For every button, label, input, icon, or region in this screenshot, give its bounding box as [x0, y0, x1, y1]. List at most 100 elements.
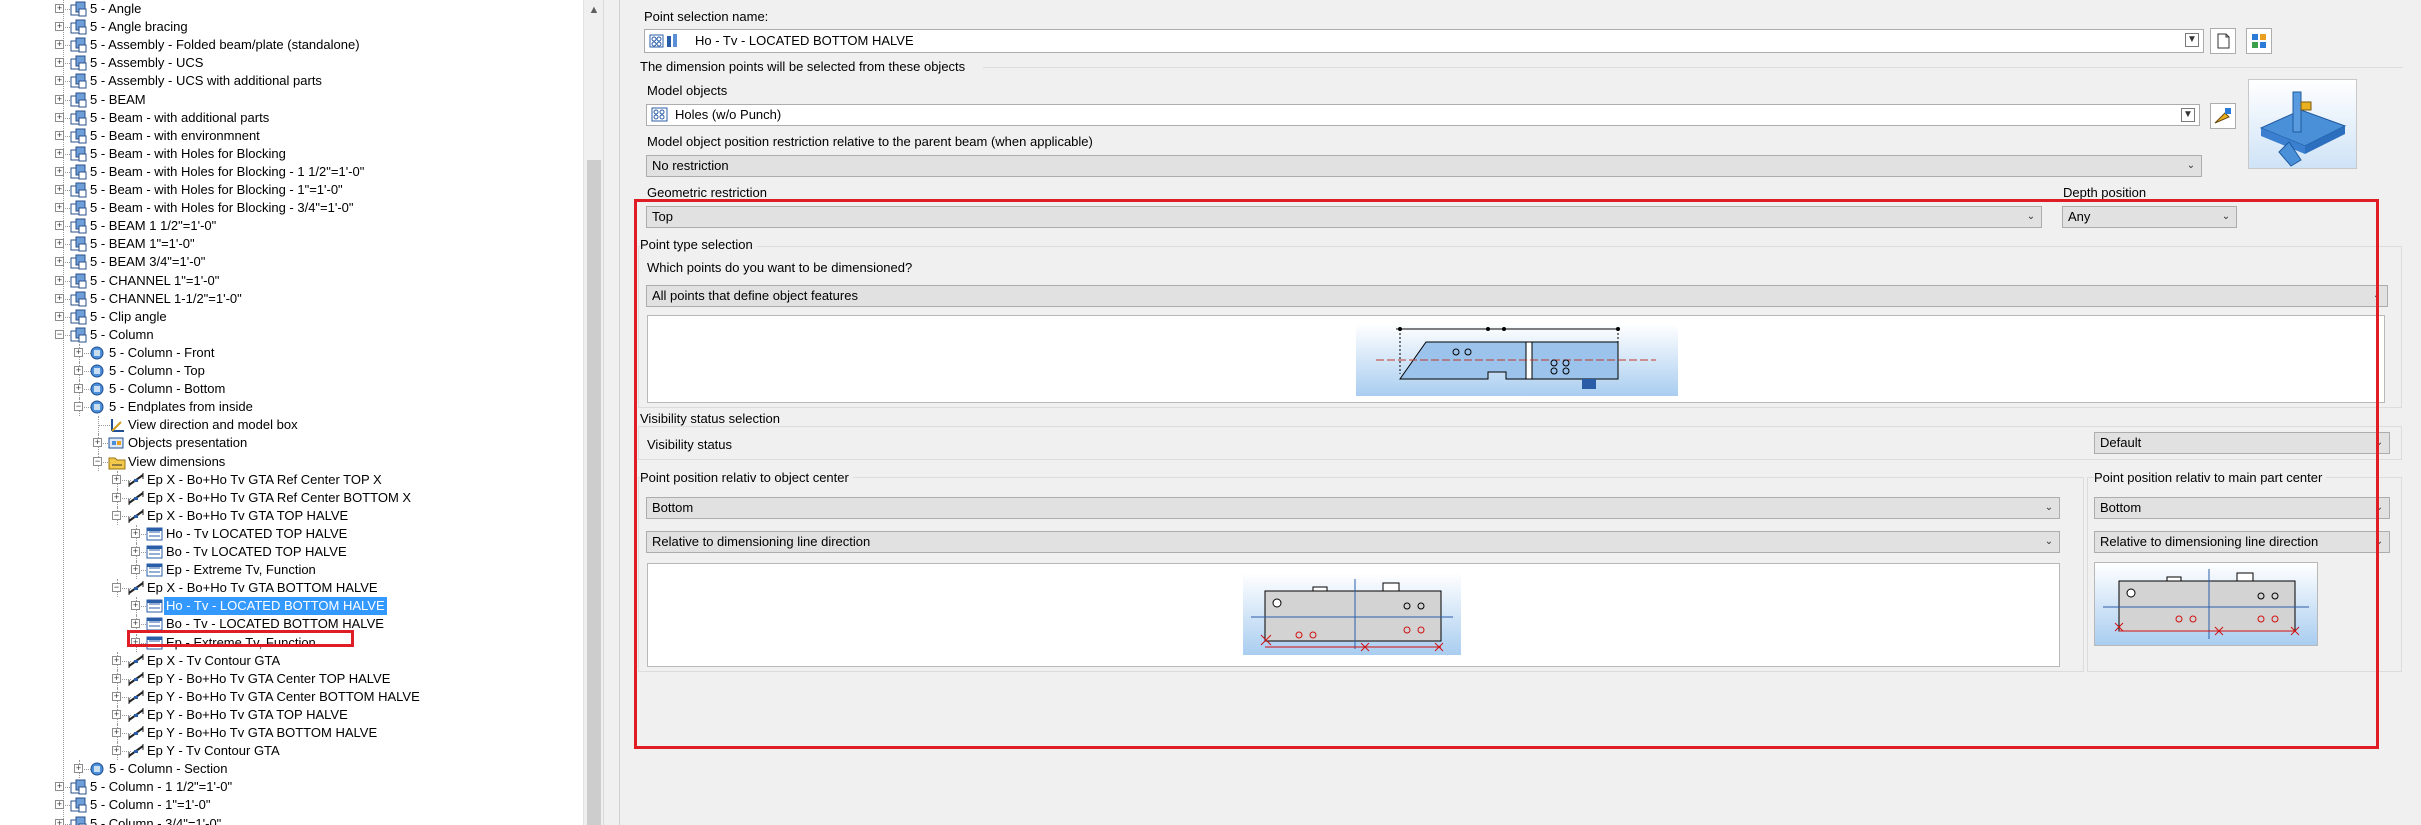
expand-icon[interactable]: +: [131, 638, 140, 647]
tree-item[interactable]: +5 - BEAM 1 1/2"=1'-0": [0, 217, 583, 235]
model-objects-combo[interactable]: Holes (w/o Punch) ▼: [646, 104, 2200, 126]
expand-icon[interactable]: +: [131, 547, 140, 556]
expand-icon[interactable]: +: [74, 366, 83, 375]
expand-icon[interactable]: +: [55, 203, 64, 212]
geometric-restriction-combo[interactable]: Top ⌄: [646, 206, 2042, 228]
expand-icon[interactable]: +: [74, 764, 83, 773]
tree-item[interactable]: + Ep Y - Bo+Ho Tv GTA BOTTOM HALVE: [0, 724, 583, 742]
tree-item[interactable]: +5 - CHANNEL 1-1/2"=1'-0": [0, 290, 583, 308]
expand-icon[interactable]: +: [131, 565, 140, 574]
dropdown-arrow-icon[interactable]: ▼: [2181, 108, 2195, 122]
collapse-icon[interactable]: −: [93, 457, 102, 466]
depth-position-combo[interactable]: Any ⌄: [2062, 206, 2237, 228]
which-points-combo[interactable]: All points that define object features ⌄: [646, 285, 2388, 307]
dropdown-arrow-icon[interactable]: ⌄: [2219, 207, 2233, 227]
tree-item[interactable]: + Objects presentation: [0, 434, 583, 452]
expand-icon[interactable]: +: [55, 239, 64, 248]
tree-item[interactable]: + Bo - Tv - LOCATED BOTTOM HALVE: [0, 615, 583, 633]
tree-item[interactable]: +5 - Beam - with Holes for Blocking: [0, 145, 583, 163]
dropdown-arrow-icon[interactable]: ⌄: [2042, 498, 2056, 518]
tree-item[interactable]: +5 - Beam - with environmnent: [0, 127, 583, 145]
expand-icon[interactable]: +: [55, 185, 64, 194]
expand-icon[interactable]: +: [55, 167, 64, 176]
expand-icon[interactable]: +: [74, 384, 83, 393]
tree-item[interactable]: + Ho - Tv LOCATED TOP HALVE: [0, 525, 583, 543]
tree-item[interactable]: + Ep X - Bo+Ho Tv GTA Ref Center BOTTOM X: [0, 489, 583, 507]
object-center-position-combo[interactable]: Bottom ⌄: [646, 497, 2060, 519]
settings-tree[interactable]: +5 - Angle +5 - Angle bracing +5 - Assembl…: [0, 0, 583, 825]
tree-item[interactable]: + Bo - Tv LOCATED TOP HALVE: [0, 543, 583, 561]
tree-item[interactable]: +5 - CHANNEL 1"=1'-0": [0, 272, 583, 290]
tree-item[interactable]: +5 - Beam - with Holes for Blocking - 3/…: [0, 199, 583, 217]
expand-icon[interactable]: +: [112, 710, 121, 719]
tree-item[interactable]: View direction and model box: [0, 416, 583, 434]
expand-icon[interactable]: +: [131, 619, 140, 628]
expand-icon[interactable]: +: [55, 294, 64, 303]
expand-icon[interactable]: +: [55, 221, 64, 230]
expand-icon[interactable]: +: [93, 438, 102, 447]
tree-item[interactable]: + Ep Y - Bo+Ho Tv GTA Center BOTTOM HALVE: [0, 688, 583, 706]
expand-icon[interactable]: +: [55, 131, 64, 140]
new-document-button[interactable]: [2210, 28, 2236, 54]
tree-item[interactable]: +5 - Assembly - UCS: [0, 54, 583, 72]
tree-item[interactable]: + Ep - Extreme Tv, Function: [0, 561, 583, 579]
expand-icon[interactable]: +: [55, 76, 64, 85]
tree-item[interactable]: + Ep - Extreme Tv, Function: [0, 634, 583, 652]
dropdown-arrow-icon[interactable]: ⌄: [2184, 156, 2198, 176]
dropdown-arrow-icon[interactable]: ▼: [2185, 33, 2199, 47]
panel-splitter[interactable]: [603, 0, 620, 825]
tree-item[interactable]: +5 - Assembly - Folded beam/plate (stand…: [0, 36, 583, 54]
expand-icon[interactable]: +: [112, 475, 121, 484]
expand-icon[interactable]: +: [55, 58, 64, 67]
main-part-position-combo[interactable]: Bottom ⌄: [2094, 497, 2390, 519]
tree-item[interactable]: +5 - Column - Section: [0, 760, 583, 778]
collapse-icon[interactable]: −: [55, 330, 64, 339]
tree-item[interactable]: − 5 - Endplates from inside: [0, 398, 583, 416]
tree-item[interactable]: + Ho - Tv - LOCATED BOTTOM HALVE: [0, 597, 583, 615]
expand-icon[interactable]: +: [112, 728, 121, 737]
expand-icon[interactable]: +: [112, 656, 121, 665]
expand-icon[interactable]: +: [55, 149, 64, 158]
expand-icon[interactable]: +: [55, 782, 64, 791]
expand-icon[interactable]: +: [112, 692, 121, 701]
collapse-icon[interactable]: −: [112, 511, 121, 520]
tree-item[interactable]: +5 - Column - Bottom: [0, 380, 583, 398]
expand-icon[interactable]: +: [55, 800, 64, 809]
tree-item[interactable]: + Ep Y - Bo+Ho Tv GTA TOP HALVE: [0, 706, 583, 724]
expand-icon[interactable]: +: [131, 601, 140, 610]
tree-item[interactable]: − Ep X - Bo+Ho Tv GTA TOP HALVE: [0, 507, 583, 525]
expand-icon[interactable]: +: [55, 22, 64, 31]
tree-item[interactable]: +5 - Column - Front: [0, 344, 583, 362]
dropdown-arrow-icon[interactable]: ⌄: [2372, 433, 2386, 453]
pick-object-button[interactable]: [2210, 103, 2236, 129]
expand-icon[interactable]: +: [55, 113, 64, 122]
object-center-direction-combo[interactable]: Relative to dimensioning line direction …: [646, 531, 2060, 553]
tree-item[interactable]: + Ep X - Tv Contour GTA: [0, 652, 583, 670]
tree-scrollbar[interactable]: ▲: [583, 0, 603, 825]
tree-item[interactable]: +5 - BEAM: [0, 91, 583, 109]
dropdown-arrow-icon[interactable]: ⌄: [2372, 532, 2386, 552]
expand-icon[interactable]: +: [55, 40, 64, 49]
main-part-direction-combo[interactable]: Relative to dimensioning line direction …: [2094, 531, 2390, 553]
tree-item[interactable]: +5 - Clip angle: [0, 308, 583, 326]
tree-item[interactable]: +5 - Angle bracing: [0, 18, 583, 36]
dropdown-arrow-icon[interactable]: ⌄: [2370, 286, 2384, 306]
collapse-icon[interactable]: −: [74, 402, 83, 411]
visibility-status-combo[interactable]: Default ⌄: [2094, 432, 2390, 454]
tree-item[interactable]: +5 - Column - Top: [0, 362, 583, 380]
expand-icon[interactable]: +: [112, 493, 121, 502]
tree-item[interactable]: − 5 - Column: [0, 326, 583, 344]
tree-item[interactable]: + Ep Y - Tv Contour GTA: [0, 742, 583, 760]
dropdown-arrow-icon[interactable]: ⌄: [2024, 207, 2038, 227]
tree-item[interactable]: + Ep X - Bo+Ho Tv GTA Ref Center TOP X: [0, 471, 583, 489]
tree-item[interactable]: − View dimensions: [0, 453, 583, 471]
tree-item[interactable]: +5 - Beam - with Holes for Blocking - 1"…: [0, 181, 583, 199]
restriction-combo[interactable]: No restriction ⌄: [646, 155, 2202, 177]
expand-icon[interactable]: +: [131, 529, 140, 538]
tree-item[interactable]: +5 - Beam - with Holes for Blocking - 1 …: [0, 163, 583, 181]
expand-icon[interactable]: +: [55, 95, 64, 104]
tree-item[interactable]: +5 - Beam - with additional parts: [0, 109, 583, 127]
tree-item[interactable]: +5 - Angle: [0, 0, 583, 18]
scrollbar-thumb[interactable]: [587, 160, 601, 825]
expand-icon[interactable]: +: [55, 257, 64, 266]
